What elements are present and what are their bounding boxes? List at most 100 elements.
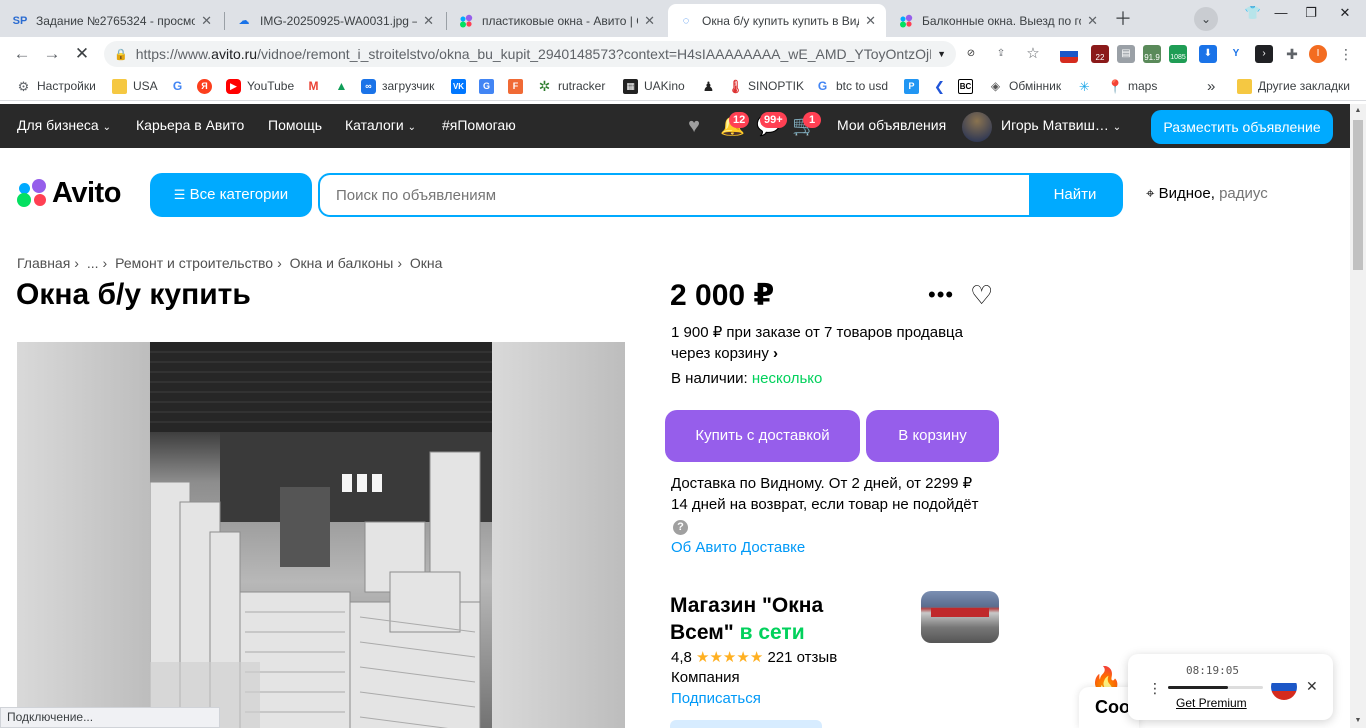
window-close-button[interactable]: ✕ bbox=[1330, 0, 1360, 30]
bookmark-settings[interactable]: ⚙ Настройки bbox=[16, 77, 96, 95]
nav-business[interactable]: Для бизнеса ⌄ bbox=[17, 117, 111, 133]
bookmark-drive[interactable]: ▲ bbox=[334, 77, 355, 95]
browser-menu-icon[interactable]: ⋮ bbox=[1337, 45, 1355, 63]
scroll-down-arrow-icon[interactable]: ▼ bbox=[1350, 714, 1366, 728]
bookmark-snowflake[interactable]: ✳ bbox=[1077, 77, 1098, 95]
bookmark-f[interactable]: F bbox=[508, 77, 529, 95]
breadcrumb-home[interactable]: Главная bbox=[17, 255, 70, 271]
breadcrumb-ellipsis[interactable]: ... bbox=[87, 255, 99, 271]
favorites-heart-icon[interactable]: ♥ bbox=[682, 114, 706, 138]
avatar[interactable] bbox=[962, 112, 992, 142]
close-icon[interactable]: ✕ bbox=[644, 13, 655, 29]
bookmark-star-icon[interactable]: ☆ bbox=[1024, 45, 1042, 63]
bookmark-exchange[interactable]: ◈ Обмінник bbox=[988, 77, 1061, 95]
breadcrumb-windows-balconies[interactable]: Окна и балконы bbox=[290, 255, 394, 271]
bookmark-google[interactable]: G bbox=[170, 77, 191, 95]
bookmark-translate[interactable]: G bbox=[479, 77, 500, 95]
close-icon[interactable]: ✕ bbox=[423, 13, 434, 29]
search-input[interactable] bbox=[320, 175, 1029, 215]
page-scrollbar[interactable]: ▲ ▼ bbox=[1350, 104, 1366, 728]
address-bar[interactable]: 🔒 https://www.avito.ru/vidnoe/remont_i_s… bbox=[104, 41, 956, 67]
close-icon[interactable]: ✕ bbox=[865, 13, 876, 29]
browser-tab-1[interactable]: SP Задание №2765324 - просмо ✕ bbox=[2, 4, 222, 37]
browser-tab-2[interactable]: ☁ IMG-20250925-WA0031.jpg — ✕ bbox=[226, 4, 444, 37]
buy-with-delivery-button[interactable]: Купить с доставкой bbox=[665, 410, 860, 462]
stop-loading-icon[interactable]: ✕ bbox=[71, 43, 93, 65]
bookmark-uakino[interactable]: ▦ UAKino bbox=[623, 77, 685, 95]
get-premium-link[interactable]: Get Premium bbox=[1176, 696, 1247, 710]
seller-store-photo[interactable] bbox=[921, 591, 999, 643]
avito-delivery-link[interactable]: Об Авито Доставке bbox=[671, 539, 805, 556]
close-icon[interactable]: ✕ bbox=[1306, 678, 1318, 695]
new-tab-button[interactable]: ＋ bbox=[1113, 9, 1133, 29]
nav-catalogs[interactable]: Каталоги ⌄ bbox=[345, 117, 416, 133]
bookmark-other[interactable]: Другие закладки bbox=[1237, 77, 1350, 95]
close-icon[interactable]: ✕ bbox=[201, 13, 212, 29]
shield-extension-icon[interactable]: 22 bbox=[1091, 45, 1109, 63]
add-favorite-heart-icon[interactable]: ♡ bbox=[970, 280, 993, 311]
terminal-extension-icon[interactable]: › bbox=[1255, 45, 1273, 63]
lock-icon[interactable]: 🔒 bbox=[114, 48, 128, 61]
v-extension-icon[interactable]: Y bbox=[1227, 45, 1245, 63]
url-text[interactable]: https://www.avito.ru/vidnoe/remont_i_str… bbox=[136, 46, 931, 62]
nav-my-ads[interactable]: Мои объявления bbox=[837, 117, 946, 133]
bookmarks-overflow[interactable]: » bbox=[1207, 77, 1215, 95]
profile-shirt-icon[interactable]: 👕 bbox=[1238, 0, 1268, 30]
bookmark-loader[interactable]: ∞ загрузчик bbox=[361, 77, 434, 95]
avito-logo[interactable]: Avito bbox=[16, 176, 121, 210]
bookmark-arrow[interactable]: ❮ bbox=[932, 77, 953, 95]
all-categories-button[interactable]: ☰ Все категории bbox=[150, 173, 312, 217]
bookmark-rutracker[interactable]: ✲ rutracker bbox=[537, 77, 606, 95]
nav-user-name[interactable]: Игорь Матвиш… ⌄ bbox=[1001, 117, 1121, 133]
location-selector[interactable]: ⌖ Видное, радиус bbox=[1146, 185, 1268, 202]
nav-ihelp[interactable]: #яПомогаю bbox=[442, 117, 516, 133]
listing-photo[interactable] bbox=[150, 342, 492, 728]
chevron-down-icon[interactable]: ▼ bbox=[937, 49, 946, 59]
bookmark-maps[interactable]: 📍 maps bbox=[1107, 77, 1157, 95]
nav-career[interactable]: Карьера в Авито bbox=[136, 117, 244, 133]
bookmark-sinoptik[interactable]: 🌡 SINOPTIK bbox=[727, 77, 804, 95]
browser-tab-3[interactable]: пластиковые окна - Авито | О ✕ bbox=[448, 4, 665, 37]
bookmark-btc[interactable]: Gbtc to usd bbox=[815, 77, 888, 95]
blocked-popup-icon[interactable]: ⊘ bbox=[962, 45, 980, 63]
subscribe-link[interactable]: Подписаться bbox=[671, 690, 761, 707]
scroll-up-arrow-icon[interactable]: ▲ bbox=[1350, 104, 1366, 118]
search-button[interactable]: Найти bbox=[1029, 175, 1121, 215]
question-help-icon[interactable]: ? bbox=[673, 520, 688, 535]
bookmark-p[interactable]: P bbox=[904, 77, 925, 95]
browser-tab-5[interactable]: Балконные окна. Выезд по го ✕ bbox=[888, 4, 1108, 37]
breadcrumb-repair[interactable]: Ремонт и строительство bbox=[115, 255, 273, 271]
profile-avatar-icon[interactable]: I bbox=[1309, 45, 1327, 63]
forward-arrow-icon[interactable]: → bbox=[41, 43, 63, 65]
bookmark-gmail[interactable]: M bbox=[306, 77, 327, 95]
back-arrow-icon[interactable]: ← bbox=[11, 43, 33, 65]
share-icon[interactable]: ⇪ bbox=[992, 45, 1010, 63]
bookmark-folder-usa[interactable]: USA bbox=[112, 77, 158, 95]
bookmark-bc[interactable]: BC bbox=[958, 77, 979, 95]
seller-name[interactable]: Магазин "Окна Всем" в сети bbox=[670, 592, 823, 646]
restore-button[interactable]: ❐ bbox=[1296, 0, 1326, 30]
breadcrumb-windows[interactable]: Окна bbox=[410, 255, 443, 271]
post-ad-button[interactable]: Разместить объявление bbox=[1151, 110, 1333, 144]
scrollbar-thumb[interactable] bbox=[1353, 120, 1363, 270]
puzzle-extensions-icon[interactable]: ✚ bbox=[1283, 45, 1301, 63]
bitcoin-extension-icon[interactable]: 1085 bbox=[1169, 45, 1187, 63]
speed-extension-icon[interactable]: 91.9 bbox=[1143, 45, 1161, 63]
add-to-cart-button[interactable]: В корзину bbox=[866, 410, 999, 462]
bookmark-yandex[interactable]: Я bbox=[197, 77, 218, 95]
tab-search-button[interactable]: ⌄ bbox=[1194, 7, 1218, 31]
more-options-icon[interactable]: ••• bbox=[928, 282, 954, 308]
minimize-button[interactable]: — bbox=[1266, 0, 1296, 30]
bulk-price-link[interactable]: через корзину › bbox=[671, 345, 778, 362]
seller-rating[interactable]: 4,8 ★★★★★ 221 отзыв bbox=[671, 648, 837, 666]
nav-help[interactable]: Помощь bbox=[268, 117, 322, 133]
bookmark-chess[interactable]: ♟ bbox=[701, 77, 722, 95]
bookmark-vk[interactable]: VK bbox=[451, 77, 472, 95]
browser-tab-active[interactable]: ◌ Окна б/у купить купить в Вид ✕ bbox=[668, 4, 886, 37]
briefcase-extension-icon[interactable]: ▤ bbox=[1117, 45, 1135, 63]
vpn-menu-icon[interactable]: ⋮ bbox=[1148, 680, 1162, 697]
photo-gallery[interactable] bbox=[17, 342, 625, 728]
bookmark-youtube[interactable]: ▶ YouTube bbox=[226, 77, 294, 95]
download-extension-icon[interactable]: ⬇ bbox=[1199, 45, 1217, 63]
russia-flag-icon[interactable] bbox=[1060, 45, 1078, 63]
